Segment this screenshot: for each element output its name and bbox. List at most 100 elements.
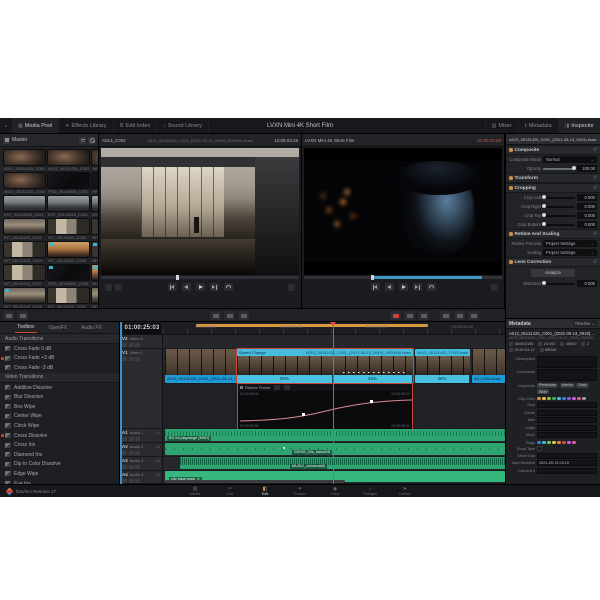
- mute-icon[interactable]: [135, 451, 140, 455]
- selected-retime-clip[interactable]: Speed Change A013_05131425_C001_(2021-05…: [237, 349, 413, 383]
- clip-color-swatch[interactable]: [562, 397, 566, 401]
- track-header-a3[interactable]: A3Audio 32.0: [120, 457, 163, 471]
- shuttle-icon[interactable]: [115, 284, 122, 291]
- page-tab[interactable]: ✦ Fusion: [286, 486, 314, 497]
- flag-swatch[interactable]: [557, 441, 561, 445]
- razor-tool-icon[interactable]: [238, 311, 249, 320]
- flag-swatch[interactable]: [537, 441, 541, 445]
- media-clip[interactable]: INT_05131102_C001: [4, 219, 45, 240]
- good-take-checkbox[interactable]: [537, 446, 542, 451]
- clip-color-swatch[interactable]: [542, 397, 546, 401]
- crop-value[interactable]: 0.000: [577, 212, 597, 219]
- lock-icon[interactable]: [122, 437, 127, 441]
- audio-clip[interactable]: MUSIC_clubbeat#5: [180, 457, 505, 469]
- timeline-timecode[interactable]: 01:00:25:03: [123, 323, 161, 334]
- reset-icon[interactable]: ↺: [593, 259, 597, 265]
- track-header-v1[interactable]: V1Video 1: [120, 349, 163, 429]
- shot-input[interactable]: [537, 402, 597, 408]
- audio-clip[interactable]: BG fnl playrange (MKD): [165, 429, 505, 441]
- distortion-slider[interactable]: [543, 283, 575, 285]
- solo-icon[interactable]: [129, 451, 134, 455]
- settings-dropdown[interactable]: Project Settings⌄: [543, 249, 597, 256]
- solo-icon[interactable]: [129, 437, 134, 441]
- collapse-chevron-icon[interactable]: ⌄: [0, 122, 12, 129]
- clip-color-swatch[interactable]: [537, 397, 541, 401]
- go-to-end-button[interactable]: [413, 283, 422, 291]
- curve-type-icon[interactable]: [240, 386, 243, 389]
- timeline-ruler[interactable]: 01:00:10:0001:00:20:0001:00:30:0001:00:4…: [120, 322, 505, 335]
- clip-color-swatch[interactable]: [577, 397, 581, 401]
- composite-mode-dropdown[interactable]: Normal⌄: [543, 156, 597, 163]
- flag-swatch[interactable]: [562, 441, 566, 445]
- go-to-end-button[interactable]: [210, 283, 219, 291]
- flag-swatch[interactable]: [542, 441, 546, 445]
- media-clip[interactable]: EXT_05120815_C002: [48, 196, 89, 217]
- clip-color-swatch[interactable]: [552, 397, 556, 401]
- composite-section-header[interactable]: Composite ↺: [506, 145, 600, 155]
- audio-track-2-lane[interactable]: SWSH_20s_bass#28: [163, 443, 505, 457]
- enable-icon[interactable]: [129, 357, 134, 361]
- effect-item[interactable]: Dip to Color Dissolve: [0, 460, 119, 470]
- media-clip[interactable]: INT_05131102_C002: [48, 219, 89, 240]
- panel-toggle-button[interactable]: ◨ Inspector: [558, 118, 600, 133]
- media-clip[interactable]: INT_05131102_C008: [92, 265, 98, 286]
- keyword-chip[interactable]: Interior: [560, 383, 575, 388]
- track-header-a1[interactable]: A1Audio 12.0: [120, 429, 163, 443]
- lens-section-header[interactable]: Lens Correction ↺: [506, 257, 600, 267]
- effects-tab[interactable]: Audio FX: [79, 323, 104, 333]
- source-video-area[interactable]: [101, 148, 299, 275]
- selection-tool-icon[interactable]: [210, 311, 221, 320]
- media-clip[interactable]: A013_05131425_C002: [48, 150, 89, 171]
- media-clip[interactable]: A013_05131425_C004: [4, 173, 45, 194]
- list-view-icon[interactable]: [79, 137, 86, 144]
- comments-input[interactable]: [537, 369, 597, 381]
- distortion-value[interactable]: 0.000: [577, 280, 597, 287]
- cropping-section-header[interactable]: Cropping ↺: [506, 183, 600, 193]
- crop-value[interactable]: 0.000: [577, 194, 597, 201]
- lock-icon[interactable]: [122, 451, 127, 455]
- crop-value[interactable]: 0.000: [577, 221, 597, 228]
- grab-still-icon[interactable]: [491, 284, 498, 291]
- reset-icon[interactable]: ↺: [593, 175, 597, 181]
- auto-select-icon[interactable]: [135, 357, 140, 361]
- section-enable-icon[interactable]: [509, 176, 513, 180]
- media-clip[interactable]: INT_05131102_C010: [48, 288, 89, 309]
- source-scrub-bar[interactable]: [101, 276, 299, 279]
- track-header-a2[interactable]: A2Audio 21.0: [120, 443, 163, 457]
- section-enable-icon[interactable]: [509, 186, 513, 190]
- media-clip[interactable]: EXT_05120815_C001: [4, 196, 45, 217]
- media-clip[interactable]: INT_05131102_C009: [4, 288, 45, 309]
- opacity-slider[interactable]: [543, 168, 575, 170]
- effect-item[interactable]: Cross Dissolve: [0, 431, 119, 441]
- clip-color-swatch[interactable]: [582, 397, 586, 401]
- panel-toggle-button[interactable]: ♪ Sound Library: [157, 118, 209, 133]
- timeline-view-options-icon[interactable]: [3, 311, 14, 320]
- media-clip[interactable]: EXT_05120815_C003: [92, 196, 98, 217]
- track-height-icon[interactable]: [17, 311, 28, 320]
- settings-dropdown[interactable]: Project Settings⌄: [543, 240, 597, 247]
- page-tab[interactable]: ♪ Fairlight: [356, 486, 384, 497]
- video-clip[interactable]: A013_05131425_C003.braw 46%: [415, 349, 470, 383]
- timeline-video-area[interactable]: [304, 148, 502, 275]
- clip-color-swatch[interactable]: [572, 397, 576, 401]
- effect-item[interactable]: Diamond Iris: [0, 450, 119, 460]
- panel-toggle-button[interactable]: ≣ Edit Index: [114, 118, 158, 133]
- scene-input[interactable]: [537, 410, 597, 416]
- go-to-start-button[interactable]: [168, 283, 177, 291]
- page-tab[interactable]: ◉ Color: [321, 486, 349, 497]
- description-input[interactable]: [537, 356, 597, 368]
- effects-tab[interactable]: OpenFX: [47, 323, 70, 333]
- camera-input[interactable]: [537, 468, 597, 474]
- reset-icon[interactable]: ↺: [593, 185, 597, 191]
- timeline-viewer-timecode[interactable]: 01:00:25:03: [477, 138, 501, 143]
- loop-button[interactable]: [224, 283, 233, 291]
- section-enable-icon[interactable]: [509, 260, 513, 264]
- track-header-a4[interactable]: A4Audio 42.0: [120, 471, 163, 484]
- crop-slider[interactable]: [543, 224, 575, 226]
- loop-button[interactable]: [427, 283, 436, 291]
- panel-toggle-button[interactable]: ▦ Media Pool: [12, 118, 59, 133]
- next-keyframe-icon[interactable]: [284, 385, 290, 390]
- retime-curve[interactable]: [238, 391, 414, 429]
- video-track-1-lane[interactable]: A013_05131425_C002_(2021-05-13_0915).bra…: [163, 349, 505, 384]
- jog-icon[interactable]: [105, 284, 112, 291]
